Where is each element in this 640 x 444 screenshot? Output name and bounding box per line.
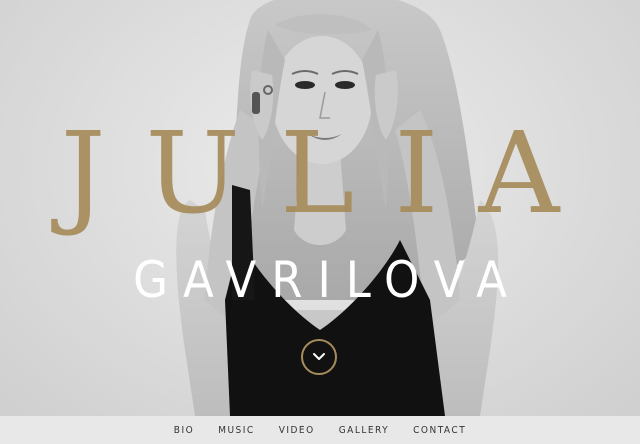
nav-item-gallery[interactable]: GALLERY (339, 425, 389, 436)
nav-item-bio[interactable]: BIO (174, 425, 194, 436)
nav-item-video[interactable]: VIDEO (279, 425, 315, 436)
nav-item-contact[interactable]: CONTACT (413, 425, 466, 436)
last-name-heading: GAVRILOVA (133, 251, 522, 309)
first-name-heading: JULIA (60, 109, 600, 239)
main-nav: BIO MUSIC VIDEO GALLERY CONTACT (0, 416, 640, 444)
hero-section: JULIA GAVRILOVA (0, 0, 640, 416)
chevron-down-icon (313, 353, 325, 360)
scroll-down-button[interactable] (301, 339, 337, 375)
nav-item-music[interactable]: MUSIC (218, 425, 255, 436)
